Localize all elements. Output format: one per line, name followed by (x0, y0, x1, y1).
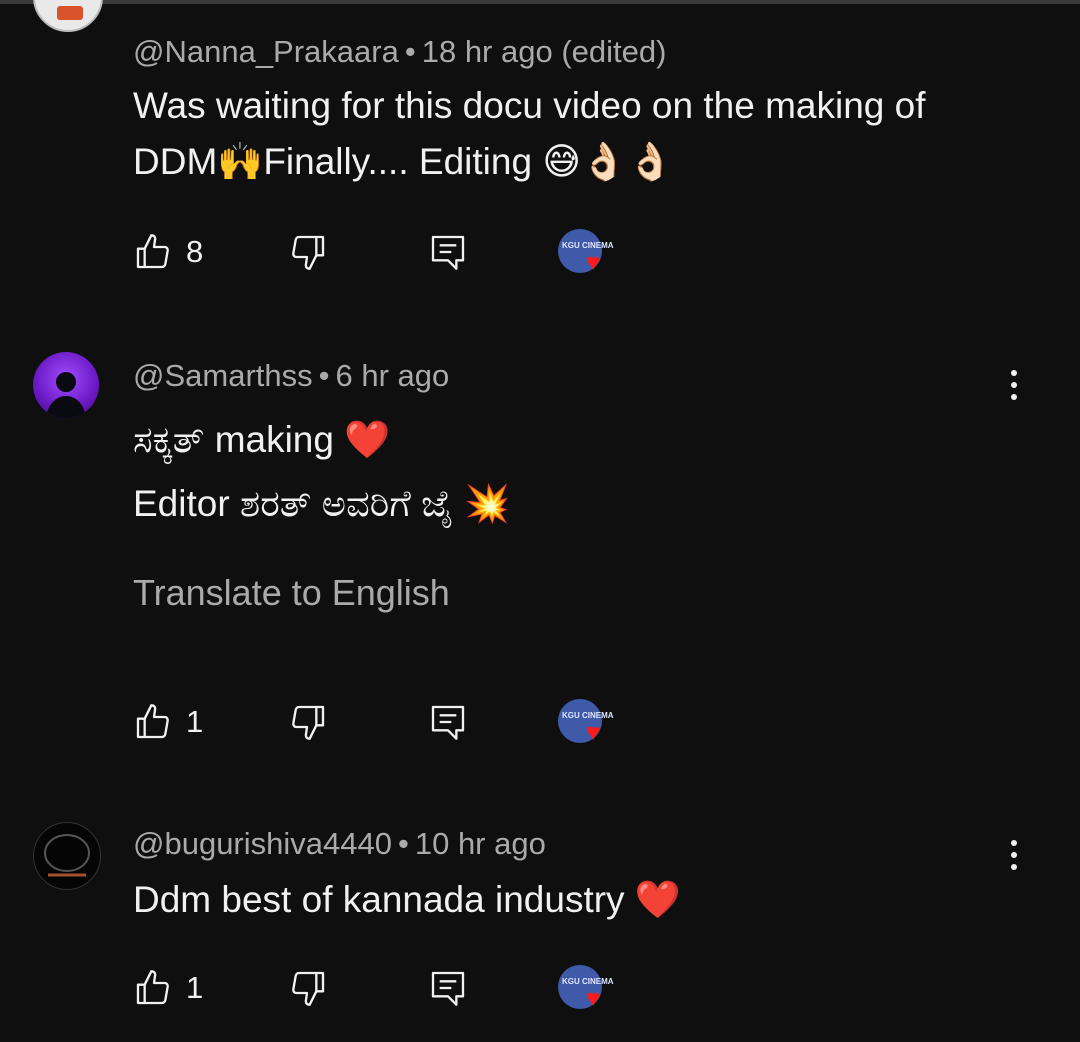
comment-text: ಸಕ್ಕತ್ making ❤️ Editor ಶರತ್ ಅವರಿಗೆ ಜೈ 💥 (133, 408, 1013, 536)
comment-time[interactable]: 10 hr ago (415, 826, 546, 861)
more-vertical-icon[interactable] (1004, 370, 1024, 410)
creator-heart: KGU CINEMA ♥ (558, 229, 614, 281)
heart-icon: ♥ (586, 249, 601, 276)
avatar[interactable] (33, 0, 103, 32)
edited-label: (edited) (561, 34, 667, 69)
comment-text-line: Was waiting for this docu video on the m… (133, 85, 926, 126)
dot-separator: • (404, 34, 416, 69)
thumbs-down-icon[interactable] (288, 968, 328, 1008)
dot-separator: • (318, 358, 330, 393)
comment-actions: 8 KGU CINEMA ♥ (0, 229, 1080, 282)
thumbs-up-icon[interactable] (133, 968, 173, 1008)
comment-handle[interactable]: @bugurishiva4440 (133, 826, 392, 861)
heart-icon: ♥ (586, 719, 601, 746)
avatar[interactable] (33, 822, 101, 890)
comment-text-line: Editor ಶರತ್ ಅವರಿಗೆ ಜೈ 💥 (133, 483, 511, 524)
heart-icon: ♥ (586, 985, 601, 1012)
comment-time[interactable]: 6 hr ago (336, 358, 450, 393)
comment-actions: 1 KGU CINEMA ♥ (0, 965, 1080, 1018)
creator-heart: KGU CINEMA ♥ (558, 699, 614, 751)
comment-actions: 1 KGU CINEMA ♥ (0, 699, 1080, 752)
comment-handle[interactable]: @Nanna_Prakaara (133, 34, 399, 69)
like-count: 1 (186, 704, 204, 739)
comment-text: Was waiting for this docu video on the m… (133, 78, 1013, 190)
comment-time[interactable]: 18 hr ago (422, 34, 553, 69)
comment-handle[interactable]: @Samarthss (133, 358, 313, 393)
comment-text-line: Ddm best of kannada industry ❤️ (133, 879, 681, 920)
comment-meta: @Samarthss • 6 hr ago (133, 358, 449, 394)
comment-text-line: ಸಕ್ಕತ್ making ❤️ (133, 419, 391, 460)
comment-text: Ddm best of kannada industry ❤️ (133, 872, 1013, 928)
avatar[interactable] (33, 352, 99, 418)
thumbs-up-icon[interactable] (133, 702, 173, 742)
comment-meta: @Nanna_Prakaara • 18 hr ago (edited) (133, 34, 666, 70)
translate-button[interactable]: Translate to English (133, 572, 450, 614)
thumbs-down-icon[interactable] (288, 232, 328, 272)
reply-icon[interactable] (428, 968, 468, 1008)
reply-icon[interactable] (428, 232, 468, 272)
avatar-badge (57, 6, 83, 20)
thumbs-up-icon[interactable] (133, 232, 173, 272)
dot-separator: • (397, 826, 409, 861)
comment-meta: @bugurishiva4440 • 10 hr ago (133, 826, 546, 862)
reply-icon[interactable] (428, 702, 468, 742)
creator-heart: KGU CINEMA ♥ (558, 965, 614, 1017)
like-count: 8 (186, 234, 204, 269)
top-divider (0, 0, 1080, 4)
like-count: 1 (186, 970, 204, 1005)
comment-text-line: DDM🙌Finally.... Editing 😅👌🏻👌🏻 (133, 141, 674, 182)
more-vertical-icon[interactable] (1004, 0, 1024, 34)
thumbs-down-icon[interactable] (288, 702, 328, 742)
